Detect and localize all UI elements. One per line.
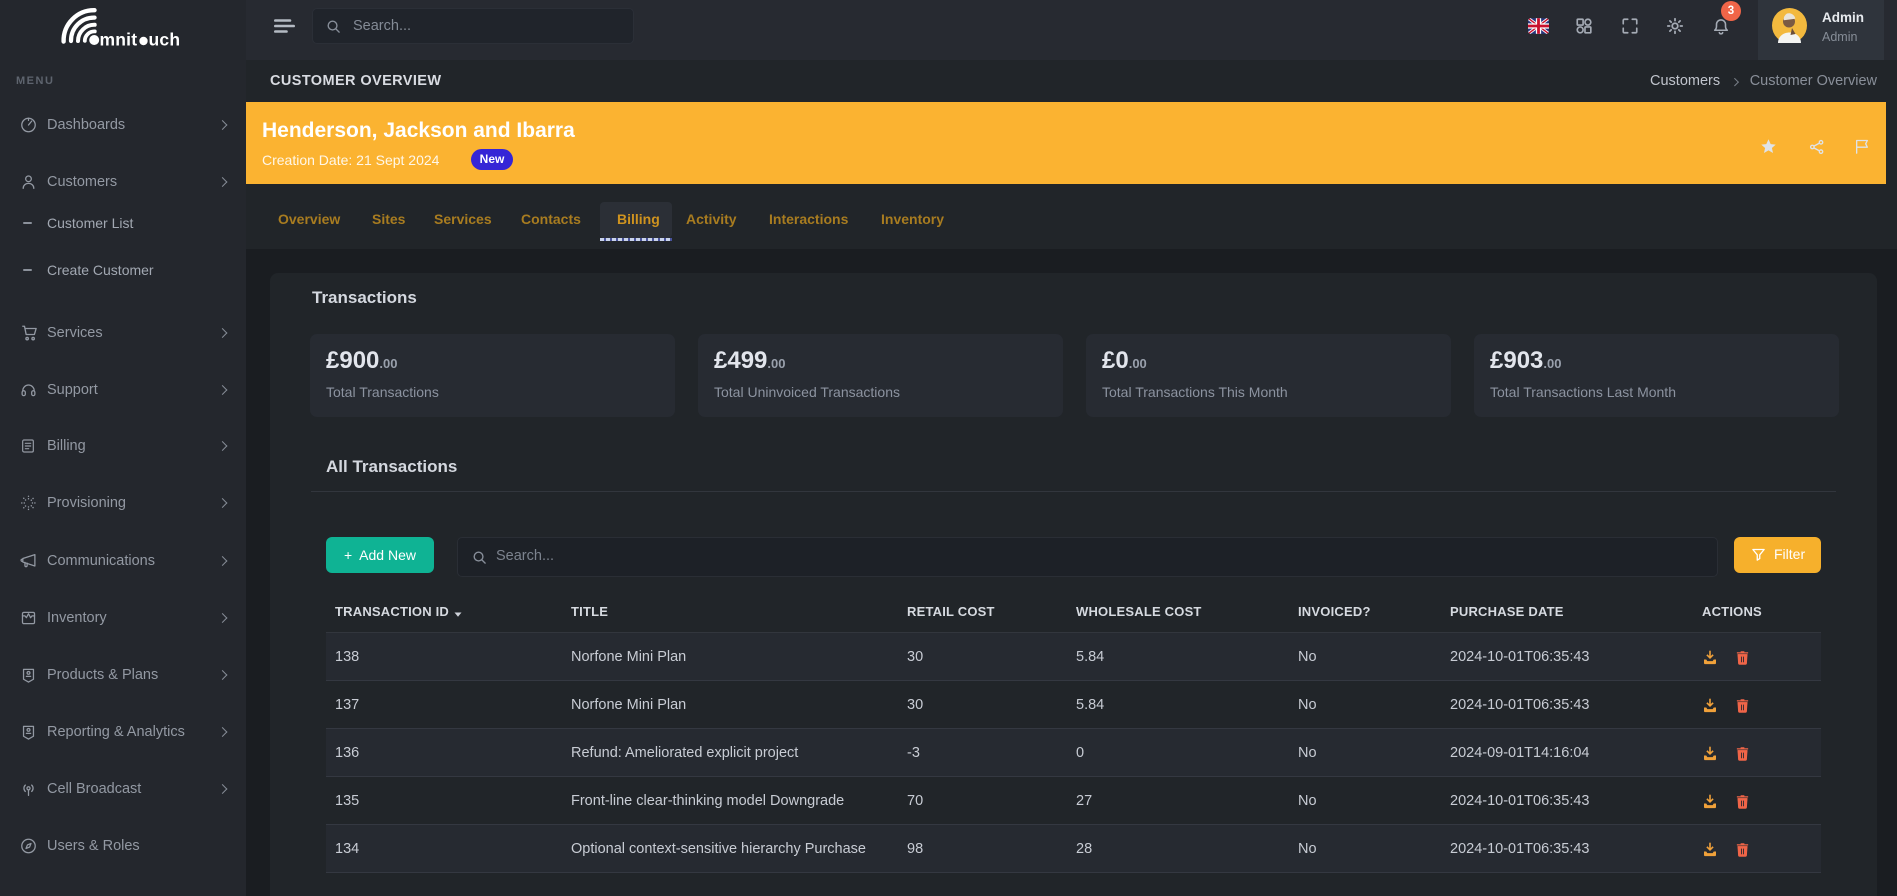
svg-text:uch: uch	[149, 30, 181, 50]
svg-text:mnit: mnit	[100, 30, 138, 50]
